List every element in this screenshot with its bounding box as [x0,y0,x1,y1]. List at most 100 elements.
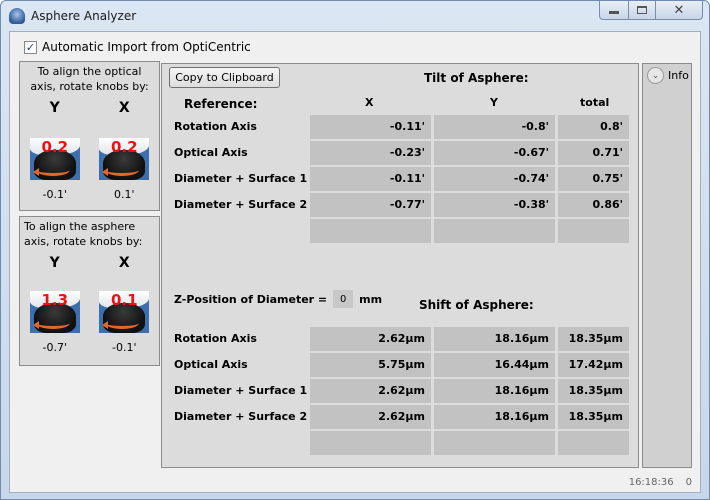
window-title: Asphere Analyzer [31,9,137,23]
info-expander[interactable]: ⌄ Info [647,67,689,84]
rotate-arrow-icon [32,317,70,329]
asphere-axis-panel: To align the asphere axis, rotate knobs … [19,216,160,366]
row-label: Optical Axis [174,146,248,159]
reference-header: Reference: [184,97,258,111]
auto-import-toggle[interactable]: ✓ Automatic Import from OptiCentric [24,40,251,54]
axis-label-y: Y [49,100,60,116]
asphere-panel-title: To align the asphere axis, rotate knobs … [24,220,143,248]
minimize-icon [609,11,619,14]
cell-total: 18.35µm [558,405,629,429]
cell-x: 2.62µm [310,327,431,351]
auto-import-label: Automatic Import from OptiCentric [42,40,251,54]
status-count: 0 [685,477,692,488]
cell-y [434,219,555,243]
tilt-title: Tilt of Asphere: [424,71,529,85]
cell-total: 18.35µm [558,379,629,403]
knob-image: 0.2 [29,138,80,180]
row-label: Rotation Axis [174,332,257,345]
row-label: Diameter + Surface 2 [174,198,308,211]
cell-total: 17.42µm [558,353,629,377]
cell-y: -0.8' [434,115,555,139]
knob-value: 0.1 [110,291,138,309]
title-bar[interactable]: Asphere Analyzer ✕ [1,1,709,31]
optical-panel-title: To align the optical axis, rotate knobs … [30,65,149,93]
axis-label-x: X [118,100,130,116]
knob-value: 1.3 [41,291,69,309]
row-label: Optical Axis [174,358,248,371]
info-label: Info [668,69,689,82]
close-icon: ✕ [673,2,685,18]
cell-x: 5.75µm [310,353,431,377]
cell-x [310,431,431,455]
cell-total: 0.86' [558,193,629,217]
cell-y: 18.16µm [434,405,555,429]
row-label: Diameter + Surface 1 [174,384,308,397]
checkmark-icon: ✓ [25,40,36,54]
knob-image: 1.3 [29,291,80,333]
cell-x: 2.62µm [310,405,431,429]
cell-y: 18.16µm [434,327,555,351]
rotate-arrow-icon [102,164,140,176]
cell-total [558,219,629,243]
cell-x: -0.11' [310,167,431,191]
cell-x [310,219,431,243]
cell-total: 0.75' [558,167,629,191]
knob-value: 0.2 [41,138,69,156]
cell-total: 18.35µm [558,327,629,351]
window-controls: ✕ [599,1,703,21]
cell-total: 0.71' [558,141,629,165]
row-label: Diameter + Surface 1 [174,172,308,185]
cell-y: -0.74' [434,167,555,191]
knob-image: 0.1 [99,291,150,333]
knob-y: 0.2 -0.1' [20,138,90,201]
column-header-total: total [580,96,610,109]
optical-axis-panel: To align the optical axis, rotate knobs … [19,61,160,211]
axis-label-y: Y [49,255,60,271]
auto-import-checkbox[interactable]: ✓ [24,40,37,54]
knob-angle: -0.7' [42,341,68,354]
maximize-icon [637,6,647,14]
cell-x: -0.11' [310,115,431,139]
knob-x: 0.1 -0.1' [90,291,160,354]
client-area: ✓ Automatic Import from OptiCentric To a… [9,31,701,493]
close-button[interactable]: ✕ [656,1,703,20]
knob-y: 1.3 -0.7' [20,291,90,354]
app-icon [9,8,25,24]
z-position-unit: mm [359,292,383,306]
rotate-arrow-icon [32,164,70,176]
knob-value: 0.2 [110,138,138,156]
copy-to-clipboard-button[interactable]: Copy to Clipboard [169,67,280,88]
shift-title: Shift of Asphere: [419,298,534,312]
info-panel: ⌄ Info [642,63,692,468]
cell-x: 2.62µm [310,379,431,403]
column-header-x: X [365,96,374,109]
cell-y [434,431,555,455]
minimize-button[interactable] [599,1,629,20]
cell-y: -0.38' [434,193,555,217]
z-position-label: Z-Position of Diameter = [174,292,328,306]
z-position-row: Z-Position of Diameter = mm [174,290,382,308]
app-window: Asphere Analyzer ✕ ✓ Automatic Import fr… [0,0,710,500]
cell-total [558,431,629,455]
cell-total: 0.8' [558,115,629,139]
column-header-y: Y [490,96,498,109]
cell-y: 16.44µm [434,353,555,377]
chevron-down-icon[interactable]: ⌄ [647,67,664,84]
knob-angle: -0.1' [112,341,137,354]
z-position-input[interactable] [333,290,354,308]
cell-x: -0.77' [310,193,431,217]
knob-angle: 0.1' [113,188,135,201]
status-time: 16:18:36 [628,477,674,488]
knob-x: 0.2 0.1' [90,138,160,201]
axis-label-x: X [118,255,130,271]
knob-angle: -0.1' [42,188,68,201]
row-label: Rotation Axis [174,120,257,133]
maximize-button[interactable] [629,1,656,20]
cell-y: 18.16µm [434,379,555,403]
knob-image: 0.2 [99,138,150,180]
cell-y: -0.67' [434,141,555,165]
results-panel: Copy to Clipboard Tilt of Asphere: Refer… [161,63,639,468]
rotate-arrow-icon [102,317,140,329]
cell-x: -0.23' [310,141,431,165]
row-label: Diameter + Surface 2 [174,410,308,423]
